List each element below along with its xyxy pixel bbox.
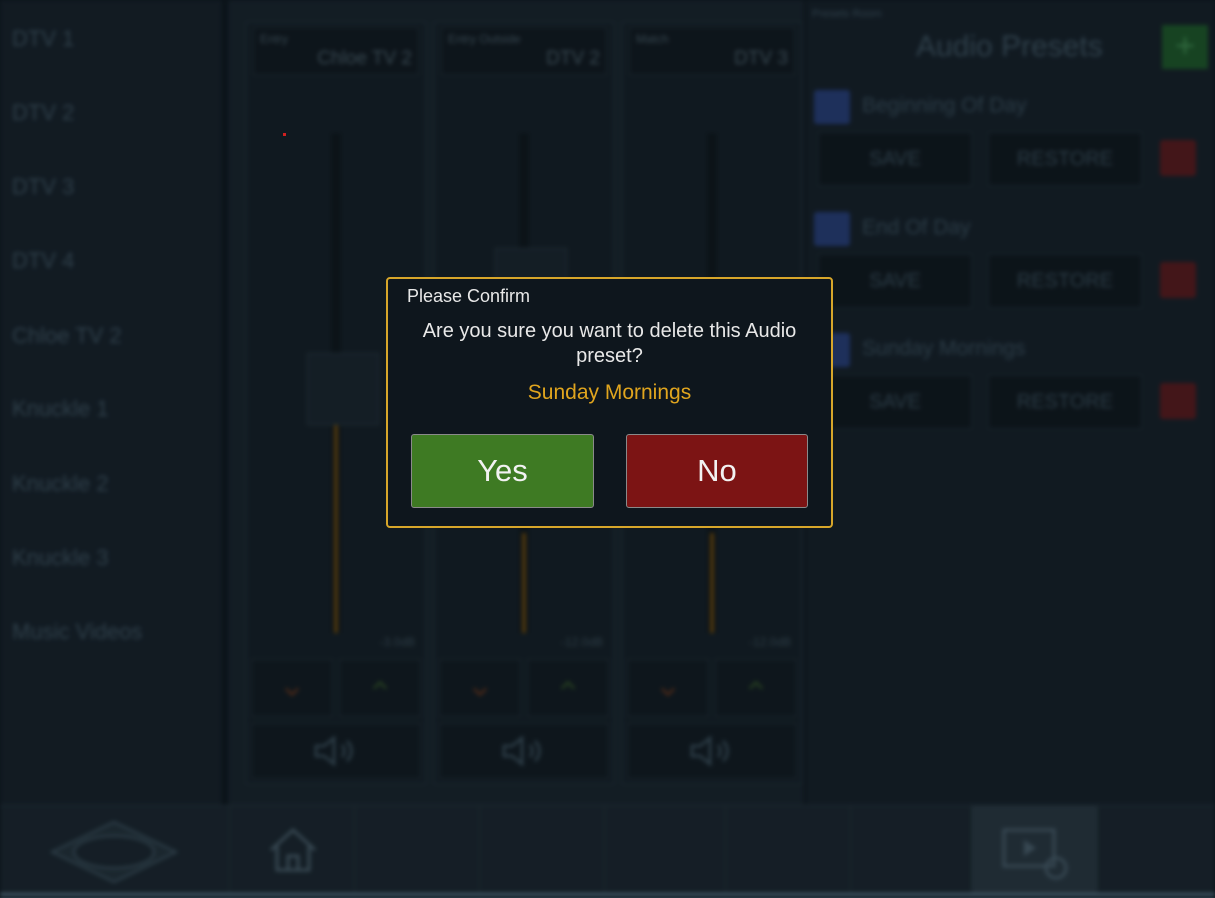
dialog-preset-name: Sunday Mornings <box>527 381 692 404</box>
cursor-dot <box>283 133 286 136</box>
confirm-dialog: Please Confirm Are you sure you want to … <box>386 277 833 528</box>
dialog-title: Please Confirm <box>407 286 531 306</box>
dialog-message: Are you sure you want to delete this Aud… <box>422 320 797 367</box>
yes-button[interactable]: Yes <box>411 434 594 508</box>
no-button[interactable]: No <box>626 434 808 508</box>
